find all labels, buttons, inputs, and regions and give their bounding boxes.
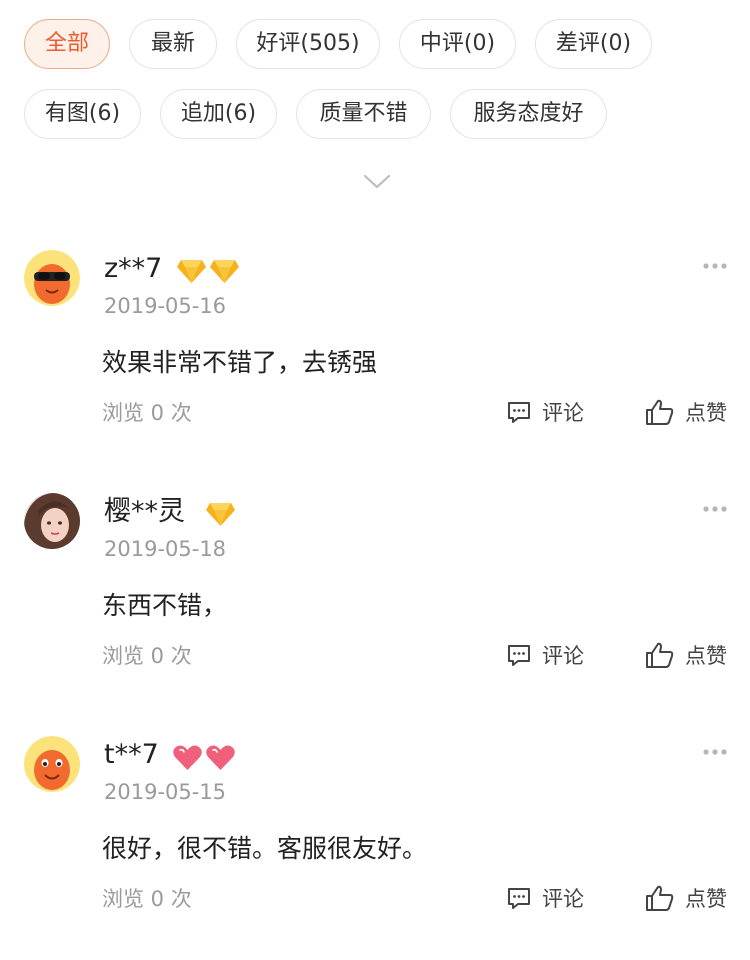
username[interactable]: 樱**灵 bbox=[104, 495, 185, 529]
avatar[interactable] bbox=[24, 250, 80, 306]
heart-icon bbox=[206, 745, 235, 770]
avatar[interactable] bbox=[24, 736, 80, 792]
filter-chip-latest[interactable]: 最新 bbox=[129, 19, 217, 69]
like-button[interactable]: 点赞 bbox=[645, 882, 727, 914]
comment-button[interactable]: 评论 bbox=[506, 396, 584, 428]
review-date: 2019-05-18 bbox=[104, 537, 227, 561]
comment-icon bbox=[508, 888, 530, 909]
comment-label: 评论 bbox=[542, 887, 584, 911]
username[interactable]: t**7 bbox=[104, 738, 159, 772]
review-content: 东西不错， bbox=[102, 591, 228, 620]
view-count: 浏览 0 次 bbox=[102, 644, 192, 668]
heart-icon bbox=[173, 745, 202, 770]
review-date: 2019-05-15 bbox=[104, 780, 227, 804]
review-date: 2019-05-16 bbox=[104, 294, 227, 318]
username[interactable]: z**7 bbox=[104, 252, 162, 286]
filter-chip-all[interactable]: 全部 bbox=[24, 19, 110, 69]
diamond-icon bbox=[177, 260, 206, 283]
thumbs-up-icon bbox=[646, 399, 674, 425]
thumbs-up-icon bbox=[646, 642, 674, 668]
member-badges bbox=[205, 501, 236, 527]
filter-chip-good-service[interactable]: 服务态度好 bbox=[450, 89, 607, 139]
review-item: 樱**灵 2019-05-18 东西不错， 浏览 0 次 评论 点赞 bbox=[0, 493, 750, 693]
view-count: 浏览 0 次 bbox=[102, 401, 192, 425]
comment-button[interactable]: 评论 bbox=[506, 639, 584, 671]
review-item: z**7 2019-05-16 效果非常不错了，去锈强 浏览 0 次 评论 点赞 bbox=[0, 250, 750, 450]
review-item: t**7 2019-05-15 很好，很不错。客服很友好。 浏览 0 次 评论 … bbox=[0, 736, 750, 936]
like-label: 点赞 bbox=[685, 887, 727, 911]
chevron-down-icon[interactable] bbox=[363, 172, 391, 192]
more-options-icon[interactable] bbox=[702, 742, 728, 755]
like-label: 点赞 bbox=[685, 644, 727, 668]
comment-icon bbox=[508, 402, 530, 423]
thumbs-up-icon bbox=[646, 885, 674, 911]
diamond-icon bbox=[206, 503, 235, 526]
like-button[interactable]: 点赞 bbox=[645, 396, 727, 428]
more-options-icon[interactable] bbox=[702, 256, 728, 269]
comment-button[interactable]: 评论 bbox=[506, 882, 584, 914]
review-content: 效果非常不错了，去锈强 bbox=[102, 348, 378, 377]
member-badges bbox=[176, 258, 240, 284]
filter-chip-followup[interactable]: 追加(6) bbox=[160, 89, 277, 139]
comment-icon bbox=[508, 645, 530, 666]
filter-chip-good-quality[interactable]: 质量不错 bbox=[296, 89, 431, 139]
filter-chip-negative[interactable]: 差评(0) bbox=[535, 19, 652, 69]
filter-chip-with-images[interactable]: 有图(6) bbox=[24, 89, 141, 139]
comment-label: 评论 bbox=[542, 644, 584, 668]
diamond-icon bbox=[210, 260, 239, 283]
member-badges bbox=[172, 744, 236, 770]
more-options-icon[interactable] bbox=[702, 499, 728, 512]
filter-chip-neutral[interactable]: 中评(0) bbox=[399, 19, 516, 69]
comment-label: 评论 bbox=[542, 401, 584, 425]
like-button[interactable]: 点赞 bbox=[645, 639, 727, 671]
view-count: 浏览 0 次 bbox=[102, 887, 192, 911]
filter-chip-positive[interactable]: 好评(505) bbox=[236, 19, 380, 69]
like-label: 点赞 bbox=[685, 401, 727, 425]
avatar[interactable] bbox=[24, 493, 80, 549]
review-content: 很好，很不错。客服很友好。 bbox=[102, 834, 428, 863]
